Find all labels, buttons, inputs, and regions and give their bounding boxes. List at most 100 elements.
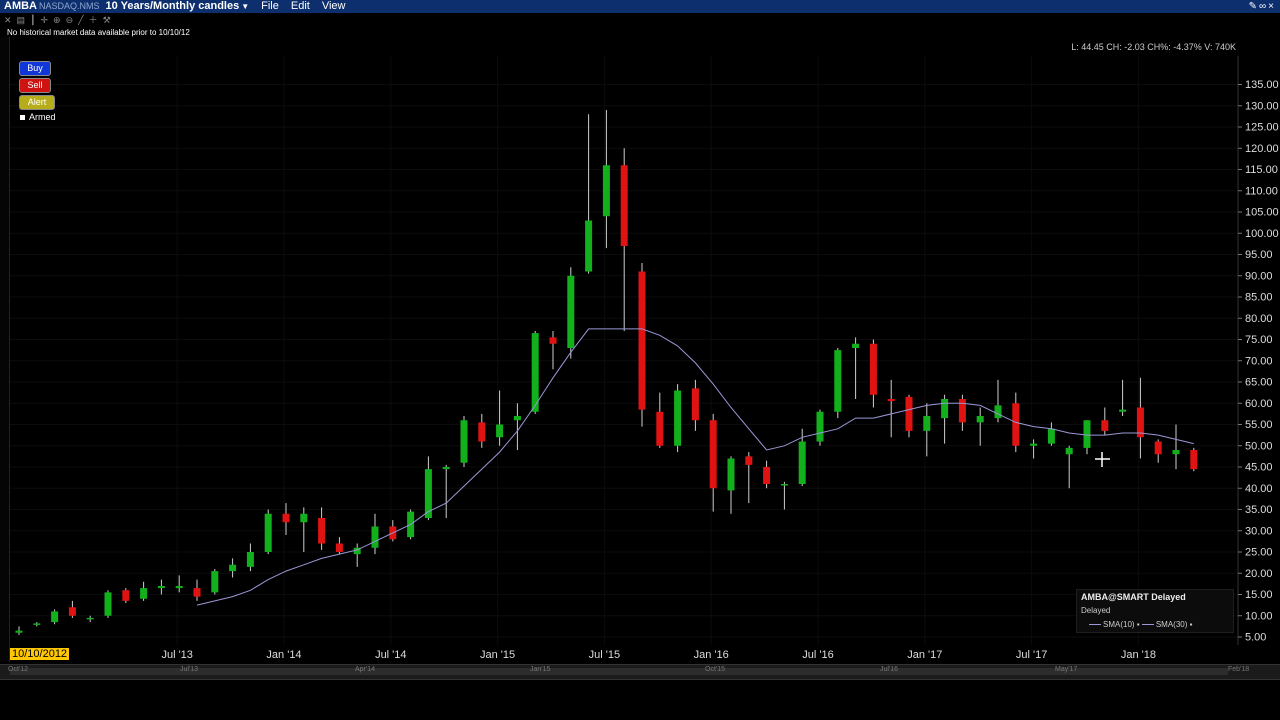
candle-body <box>834 350 842 412</box>
buy-button[interactable]: Buy <box>19 61 51 76</box>
candle <box>816 409 824 446</box>
x-tick-label: Jul '13 <box>161 649 192 661</box>
sma-swatch-icon <box>1089 624 1101 626</box>
scroller-label: Jul'13 <box>180 666 199 673</box>
candle-body <box>122 590 130 601</box>
y-tick-label: 25.00 <box>1245 547 1273 559</box>
candle-body <box>745 456 753 465</box>
candle <box>834 348 842 419</box>
candle <box>1172 424 1180 470</box>
y-tick-label: 70.00 <box>1245 355 1273 367</box>
legend-sma30[interactable]: SMA(30) <box>1156 620 1188 629</box>
candle-body <box>638 271 646 410</box>
candle <box>353 543 361 567</box>
candle-body <box>674 390 682 446</box>
y-tick-label: 125.00 <box>1245 122 1279 134</box>
candle <box>1119 379 1127 416</box>
x-tick-label: Jul '17 <box>1016 649 1047 661</box>
sma-swatch-icon <box>1141 624 1154 626</box>
candle-body <box>264 513 272 552</box>
y-tick-label: 90.00 <box>1245 270 1273 282</box>
candle <box>442 464 450 518</box>
candle <box>638 263 646 427</box>
candle-body <box>976 416 984 423</box>
candle <box>745 452 753 504</box>
candle-body <box>567 275 575 348</box>
x-tick-label: Jan '17 <box>907 649 942 661</box>
candle-body <box>958 399 966 423</box>
candle-body <box>193 588 201 597</box>
y-tick-label: 135.00 <box>1245 79 1279 91</box>
candle-body <box>496 424 504 438</box>
candle-body <box>15 630 23 633</box>
candle-body <box>478 422 486 442</box>
y-tick-label: 75.00 <box>1245 334 1273 346</box>
candle-body <box>1030 443 1038 446</box>
candle <box>140 581 148 601</box>
candle-body <box>602 165 610 217</box>
study-legend: AMBA@SMART Delayed Delayed SMA(10) ▪ SMA… <box>1076 589 1234 633</box>
candle <box>318 507 326 550</box>
armed-toggle[interactable]: Armed <box>20 112 56 122</box>
candle-body <box>780 484 788 486</box>
candle <box>674 384 682 453</box>
time-scroller[interactable]: Oct'12 Jul'13 Apr'14 Jan'15 Oct'15 Jul'1… <box>0 664 1280 680</box>
candle <box>371 513 379 555</box>
x-tick-label: Jan '16 <box>694 649 729 661</box>
legend-sma10[interactable]: SMA(10) <box>1103 620 1135 629</box>
candle <box>51 609 59 625</box>
candle <box>478 413 486 448</box>
alert-button[interactable]: Alert <box>19 95 55 110</box>
candle <box>549 331 557 370</box>
candle-body <box>1154 441 1162 455</box>
candle-body <box>300 513 308 523</box>
y-tick-label: 50.00 <box>1245 440 1273 452</box>
candle-body <box>727 458 735 491</box>
candle <box>958 394 966 431</box>
candle-body <box>246 552 254 567</box>
candle-body <box>282 513 290 523</box>
candle <box>727 456 735 514</box>
candle <box>1047 422 1055 446</box>
candle <box>780 481 788 510</box>
x-tick-label: Jul '16 <box>802 649 833 661</box>
candle <box>852 337 860 399</box>
y-tick-label: 95.00 <box>1245 249 1273 261</box>
candle-body <box>763 467 771 484</box>
candle-body <box>175 586 183 589</box>
candle <box>905 394 913 438</box>
y-tick-label: 80.00 <box>1245 313 1273 325</box>
checkbox-icon[interactable] <box>20 115 25 121</box>
y-tick-label: 40.00 <box>1245 483 1273 495</box>
y-tick-label: 105.00 <box>1245 207 1279 219</box>
y-tick-label: 65.00 <box>1245 377 1273 389</box>
scroller-label: May'17 <box>1055 666 1078 673</box>
legend-series: SMA(10) ▪ SMA(30) ▪ <box>1089 620 1192 629</box>
candle-body <box>585 220 593 272</box>
scroller-label: Feb'18 <box>1228 666 1250 673</box>
candle <box>585 114 593 274</box>
candle-body <box>887 399 895 402</box>
candle <box>33 622 41 627</box>
candle <box>86 615 94 623</box>
scroller-label: Jan'15 <box>530 666 551 673</box>
candle-body <box>941 399 949 419</box>
date-badge: 10/10/2012 <box>10 648 70 660</box>
scroller-label: Oct'15 <box>705 666 726 673</box>
candle <box>620 148 628 331</box>
candle-body <box>86 617 94 620</box>
candle-body <box>1101 420 1109 431</box>
candle-body <box>140 588 148 599</box>
candle-body <box>531 333 539 412</box>
candlesticks <box>15 110 1198 635</box>
y-axis: 5.00 10.00 15.00 20.00 25.00 30.00 35.00 40.00 4… <box>1237 56 1279 645</box>
y-tick-label: 85.00 <box>1245 292 1273 304</box>
candle <box>122 588 130 603</box>
candle-body <box>869 343 877 395</box>
candle <box>763 460 771 489</box>
candle-body <box>798 441 806 484</box>
sell-button[interactable]: Sell <box>19 78 51 93</box>
armed-label: Armed <box>29 112 56 122</box>
y-tick-label: 55.00 <box>1245 419 1273 431</box>
y-tick-label: 115.00 <box>1245 164 1278 176</box>
